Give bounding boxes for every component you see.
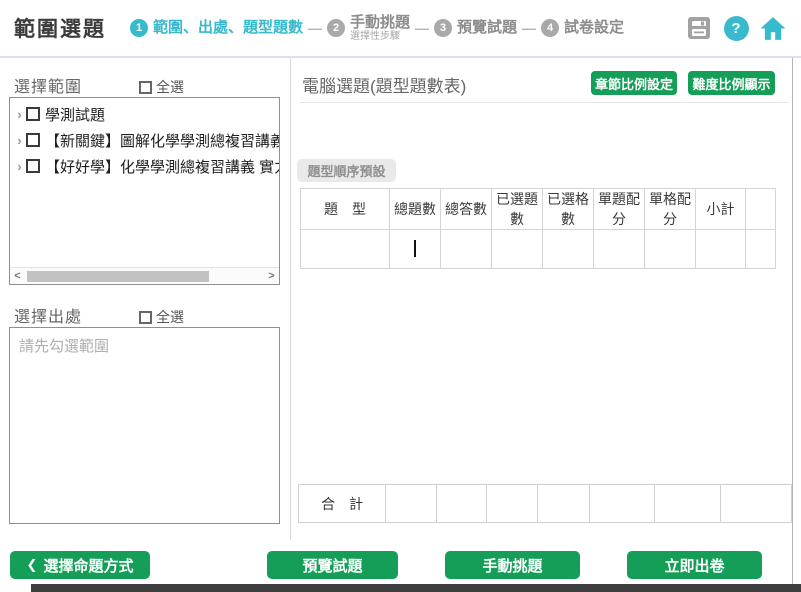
tree-item-checkbox[interactable] [26,159,40,173]
step-4-paper-settings[interactable]: 4 試卷設定 [541,19,624,37]
totals-row: 合 計 [298,484,792,523]
computer-selection-title: 電腦選題(題型題數表) [302,72,466,97]
col-header-empty [746,189,776,230]
question-type-table: 題 型 總題數 總答數 已選題數 已選格數 單題配分 單格配分 小計 [300,188,776,269]
total-label: 合 計 [299,485,386,523]
range-section-title: 選擇範圍 [14,73,82,97]
text-cursor [414,240,416,257]
cell-question-type[interactable] [301,230,390,269]
source-placeholder-text: 請先勾選範圍 [10,328,279,363]
col-header-points-per-question: 單題配分 [594,189,645,230]
tree-item-label: 【新關鍵】圖解化學學測總複習講義 隨堂 [45,130,279,151]
cell-selected-blanks[interactable] [543,230,594,269]
expand-chevron-icon[interactable]: › [13,133,26,148]
total-cell [386,485,437,523]
tree-item-label: 學測試題 [45,104,105,125]
bottom-window-edge [31,584,801,592]
range-listbox: › 學測試題 › 【新關鍵】圖解化學學測總複習講義 隨堂 › 【好好學】化學學測… [9,97,280,285]
window-right-border [792,58,793,584]
col-header-selected-blanks: 已選格數 [543,189,594,230]
preview-questions-button[interactable]: 預覽試題 [267,551,398,579]
source-select-all-checkbox[interactable] [139,311,152,324]
step-1-label: 範圍、出處、題型題數 [153,19,303,36]
total-cell [538,485,589,523]
header-icons: ? [686,15,786,41]
tree-item-checkbox[interactable] [26,133,40,147]
range-select-all-label: 全選 [156,77,184,97]
table-row [301,230,776,269]
col-header-subtotal: 小計 [696,189,746,230]
step-separator: — [522,20,536,36]
difficulty-ratio-button[interactable]: 難度比例顯示 [688,71,775,95]
chapter-ratio-button[interactable]: 章節比例設定 [591,71,677,95]
panel-divider [290,58,291,540]
col-header-points-per-blank: 單格配分 [645,189,696,230]
range-select-all[interactable]: 全選 [139,77,184,97]
manual-pick-button[interactable]: 手動挑題 [445,551,580,579]
source-section-title: 選擇出處 [14,303,82,327]
step-1-range[interactable]: 1 範圍、出處、題型題數 [130,19,303,37]
expand-chevron-icon[interactable]: › [13,107,26,122]
col-header-total-answers: 總答數 [441,189,492,230]
help-icon[interactable]: ? [723,15,749,41]
step-4-badge: 4 [541,19,559,37]
page-title: 範圍選題 [14,13,106,43]
source-select-all[interactable]: 全選 [139,307,184,327]
back-to-method-button[interactable]: ❮ 選擇命題方式 [10,551,150,579]
range-select-all-checkbox[interactable] [139,81,152,94]
total-cell [654,485,720,523]
tree-item-label: 【好好學】化學學測總複習講義 實力評量 [45,156,279,177]
step-3-label: 預覽試題 [457,19,517,36]
step-2-sublabel: 選擇性步驟 [350,31,410,43]
horizontal-scrollbar[interactable]: < > [10,267,279,284]
save-icon[interactable] [686,15,712,41]
section-divider [300,102,789,103]
table-header-row: 題 型 總題數 總答數 已選題數 已選格數 單題配分 單格配分 小計 [301,189,776,230]
step-3-badge: 3 [434,19,452,37]
step-separator: — [415,20,429,36]
cell-total-answers[interactable] [441,230,492,269]
step-3-preview[interactable]: 3 預覽試題 [434,19,517,37]
header: 範圍選題 1 範圍、出處、題型題數 — 2 手動挑題 選擇性步驟 — 3 [0,0,801,58]
scrollbar-thumb[interactable] [27,271,209,282]
question-type-order-button[interactable]: 題型順序預設 [297,159,396,182]
source-listbox: 請先勾選範圍 [9,327,280,524]
col-header-selected-questions: 已選題數 [492,189,543,230]
step-2-manual-pick[interactable]: 2 手動挑題 選擇性步驟 [327,14,410,43]
total-cell [720,485,791,523]
scroll-right-arrow[interactable]: > [264,270,279,282]
tree-item-new-key-handout[interactable]: › 【新關鍵】圖解化學學測總複習講義 隨堂 [10,127,279,153]
app-window: 範圍選題 1 範圍、出處、題型題數 — 2 手動挑題 選擇性步驟 — 3 [0,0,801,592]
expand-chevron-icon[interactable]: › [13,159,26,174]
step-2-badge: 2 [327,19,345,37]
range-tree: › 學測試題 › 【新關鍵】圖解化學學測總複習講義 隨堂 › 【好好學】化學學測… [10,98,279,179]
cell-points-per-question[interactable] [594,230,645,269]
col-header-total-questions: 總題數 [390,189,441,230]
total-cell [589,485,654,523]
col-header-question-type: 題 型 [301,189,390,230]
cell-selected-questions[interactable] [492,230,543,269]
total-cell [487,485,538,523]
chevron-left-icon: ❮ [27,557,38,573]
cell-points-per-blank[interactable] [645,230,696,269]
step-1-badge: 1 [130,19,148,37]
tree-item-checkbox[interactable] [26,107,40,121]
step-separator: — [308,20,322,36]
total-cell [437,485,487,523]
source-select-all-label: 全選 [156,307,184,327]
generate-paper-button[interactable]: 立即出卷 [627,551,762,579]
home-icon[interactable] [760,15,786,41]
step-2-label: 手動挑題 [350,14,410,31]
back-button-label: 選擇命題方式 [43,555,133,576]
cell-empty[interactable] [746,230,776,269]
cell-total-questions[interactable] [390,230,441,269]
step-4-label: 試卷設定 [564,19,624,36]
scrollbar-track[interactable] [25,270,264,283]
tree-item-gsat-questions[interactable]: › 學測試題 [10,101,279,127]
cell-subtotal[interactable] [696,230,746,269]
wizard-stepper: 1 範圍、出處、題型題數 — 2 手動挑題 選擇性步驟 — 3 預覽試題 [130,14,624,43]
scroll-left-arrow[interactable]: < [10,270,25,282]
tree-item-study-well-handout[interactable]: › 【好好學】化學學測總複習講義 實力評量 [10,153,279,179]
